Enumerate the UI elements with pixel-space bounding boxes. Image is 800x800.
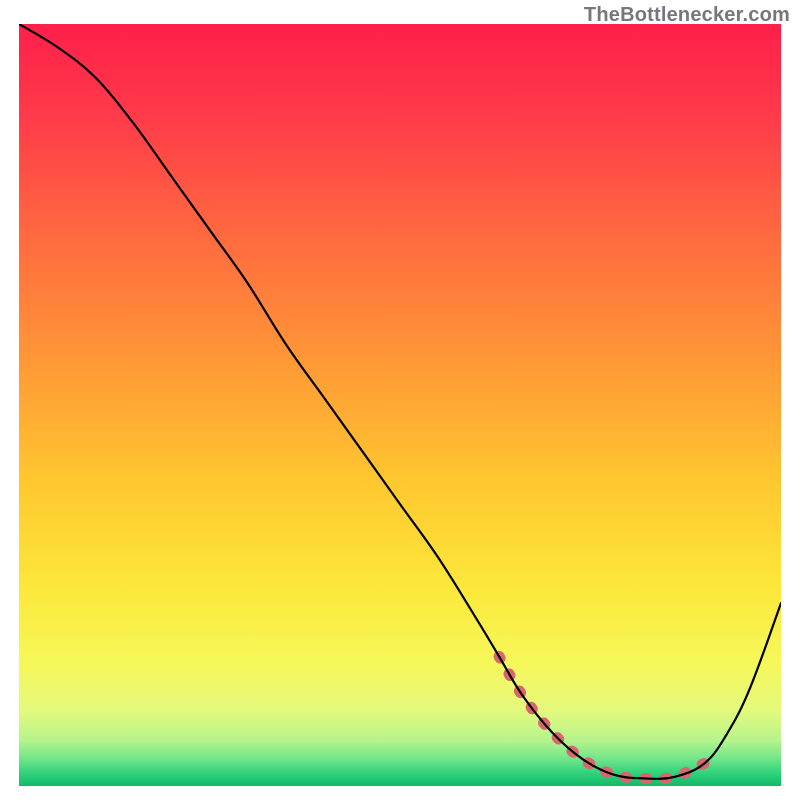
gradient-background: [19, 24, 781, 786]
chart-svg: [19, 24, 781, 786]
plot-area: [19, 24, 781, 786]
chart-container: TheBottlenecker.com: [0, 0, 800, 800]
